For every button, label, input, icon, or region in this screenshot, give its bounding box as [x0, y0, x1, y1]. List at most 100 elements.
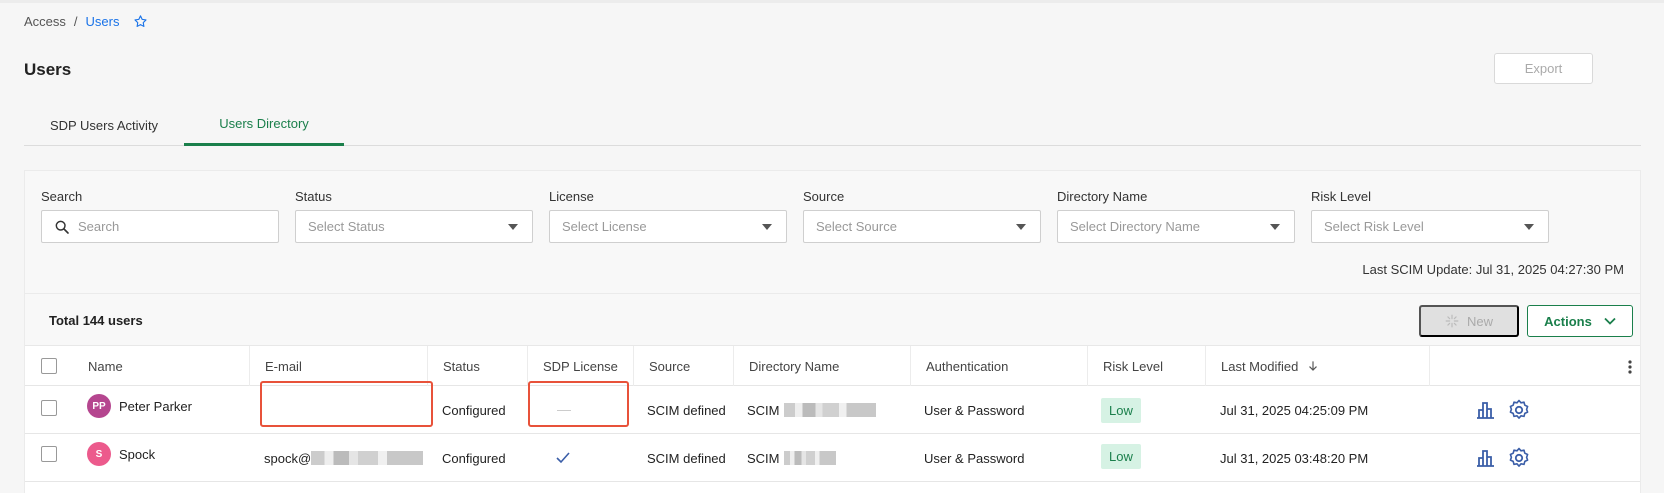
- gear-icon[interactable]: [1507, 398, 1531, 422]
- status-select[interactable]: Select Status: [295, 210, 533, 243]
- last-modified-label: Last Modified: [1221, 358, 1299, 374]
- user-name: Peter Parker: [119, 398, 192, 414]
- top-border: [0, 0, 1664, 3]
- modified-cell: Jul 31, 2025 04:25:09 PM: [1220, 402, 1369, 418]
- avatar: S: [87, 442, 111, 466]
- redacted-directory: [783, 451, 836, 465]
- table-row[interactable]: PP Peter Parker Configured SCIM defined …: [25, 381, 1640, 434]
- risk-filter: Risk Level Select Risk Level: [1311, 189, 1549, 243]
- sort-down-icon[interactable]: [1306, 359, 1320, 373]
- caret-down-icon: [762, 224, 772, 230]
- column-actions: [1429, 346, 1609, 386]
- modified-cell: Jul 31, 2025 03:48:20 PM: [1220, 450, 1369, 466]
- row-checkbox[interactable]: [41, 400, 57, 416]
- column-status[interactable]: Status: [427, 346, 527, 386]
- risk-placeholder: Select Risk Level: [1324, 219, 1424, 234]
- user-name: Spock: [119, 446, 156, 462]
- email-cell: spock@: [264, 434, 424, 482]
- license-cell: [555, 434, 571, 482]
- filter-panel: Search Search Status Select Status Licen…: [24, 170, 1641, 294]
- license-select[interactable]: Select License: [549, 210, 787, 243]
- redacted-directory: [783, 403, 876, 417]
- avatar: PP: [87, 394, 111, 418]
- users-table: Total 144 users New Actions Name E-mail …: [24, 294, 1641, 493]
- source-cell: SCIM defined: [647, 402, 726, 418]
- breadcrumb-access[interactable]: Access: [24, 14, 66, 29]
- tab-users-directory[interactable]: Users Directory: [184, 104, 344, 146]
- breadcrumb-users[interactable]: Users: [86, 14, 120, 29]
- tab-sdp-users-activity[interactable]: SDP Users Activity: [24, 104, 184, 146]
- select-all-checkbox[interactable]: [41, 358, 57, 374]
- license-label: License: [549, 189, 594, 204]
- highlight-box: [260, 381, 433, 427]
- source-label: Source: [803, 189, 845, 204]
- gear-icon[interactable]: [1507, 446, 1531, 470]
- risk-cell: Low: [1101, 432, 1141, 480]
- caret-down-icon: [1016, 224, 1026, 230]
- risk-select[interactable]: Select Risk Level: [1311, 210, 1549, 243]
- column-last-modified[interactable]: Last Modified: [1205, 346, 1429, 386]
- redacted-email: [311, 451, 424, 465]
- source-placeholder: Select Source: [816, 219, 897, 234]
- directory-select[interactable]: Select Directory Name: [1057, 210, 1295, 243]
- directory-cell: SCIM: [747, 434, 836, 482]
- table-row[interactable]: S Spock spock@ Configured SCIM defined S…: [25, 434, 1640, 482]
- source-filter: Source Select Source: [803, 189, 1041, 243]
- new-button[interactable]: New: [1419, 305, 1519, 337]
- bar-chart-icon[interactable]: [1473, 398, 1497, 422]
- search-label: Search: [41, 189, 83, 204]
- column-source[interactable]: Source: [633, 346, 733, 386]
- status-cell: Configured: [442, 402, 506, 418]
- column-email[interactable]: E-mail: [249, 346, 427, 386]
- caret-down-icon: [508, 224, 518, 230]
- actions-label: Actions: [1544, 313, 1592, 329]
- user-name-cell[interactable]: PP Peter Parker: [87, 382, 192, 430]
- sparkle-icon: [1445, 314, 1459, 328]
- source-cell: SCIM defined: [647, 450, 726, 466]
- risk-label: Risk Level: [1311, 189, 1371, 204]
- caret-down-icon: [1524, 224, 1534, 230]
- breadcrumb: Access / Users: [24, 14, 148, 29]
- risk-badge: Low: [1101, 443, 1141, 469]
- directory-label: Directory Name: [1057, 189, 1148, 204]
- star-icon[interactable]: [133, 14, 148, 29]
- directory-placeholder: Select Directory Name: [1070, 219, 1201, 234]
- risk-cell: Low: [1101, 386, 1141, 434]
- column-authentication[interactable]: Authentication: [910, 346, 1087, 386]
- license-placeholder: Select License: [562, 219, 647, 234]
- actions-button[interactable]: Actions: [1527, 305, 1633, 337]
- bar-chart-icon[interactable]: [1473, 446, 1497, 470]
- more-vertical-icon[interactable]: [1628, 360, 1632, 374]
- breadcrumb-separator: /: [73, 14, 78, 29]
- table-header: Name E-mail Status SDP License Source Di…: [25, 346, 1640, 386]
- column-sdp-license[interactable]: SDP License: [527, 346, 633, 386]
- search-placeholder: Search: [78, 219, 120, 234]
- caret-down-icon: [1270, 224, 1280, 230]
- email-prefix: spock@: [264, 450, 312, 466]
- tab-bar: SDP Users Activity Users Directory: [24, 104, 1641, 146]
- search-input[interactable]: Search: [41, 210, 279, 243]
- column-risk-level[interactable]: Risk Level: [1087, 346, 1205, 386]
- status-filter: Status Select Status: [295, 189, 533, 243]
- search-filter: Search Search: [41, 189, 279, 243]
- user-name-cell[interactable]: S Spock: [87, 430, 155, 478]
- export-button[interactable]: Export: [1494, 53, 1593, 84]
- check-icon: [556, 452, 570, 464]
- risk-badge: Low: [1101, 397, 1141, 423]
- source-select[interactable]: Select Source: [803, 210, 1041, 243]
- row-checkbox[interactable]: [41, 446, 57, 462]
- column-directory-name[interactable]: Directory Name: [733, 346, 910, 386]
- auth-cell: User & Password: [924, 402, 1025, 418]
- directory-name: SCIM: [747, 402, 780, 418]
- directory-filter: Directory Name Select Directory Name: [1057, 189, 1295, 243]
- directory-cell: SCIM: [747, 386, 876, 434]
- directory-name: SCIM: [747, 450, 780, 466]
- chevron-down-icon: [1604, 317, 1616, 325]
- new-label: New: [1466, 313, 1493, 329]
- license-filter: License Select License: [549, 189, 787, 243]
- last-scim-update: Last SCIM Update: Jul 31, 2025 04:27:30 …: [1362, 262, 1624, 277]
- status-cell: Configured: [442, 450, 506, 466]
- column-name[interactable]: Name: [73, 346, 249, 386]
- table-toolbar: Total 144 users New Actions: [25, 294, 1640, 346]
- status-placeholder: Select Status: [308, 219, 385, 234]
